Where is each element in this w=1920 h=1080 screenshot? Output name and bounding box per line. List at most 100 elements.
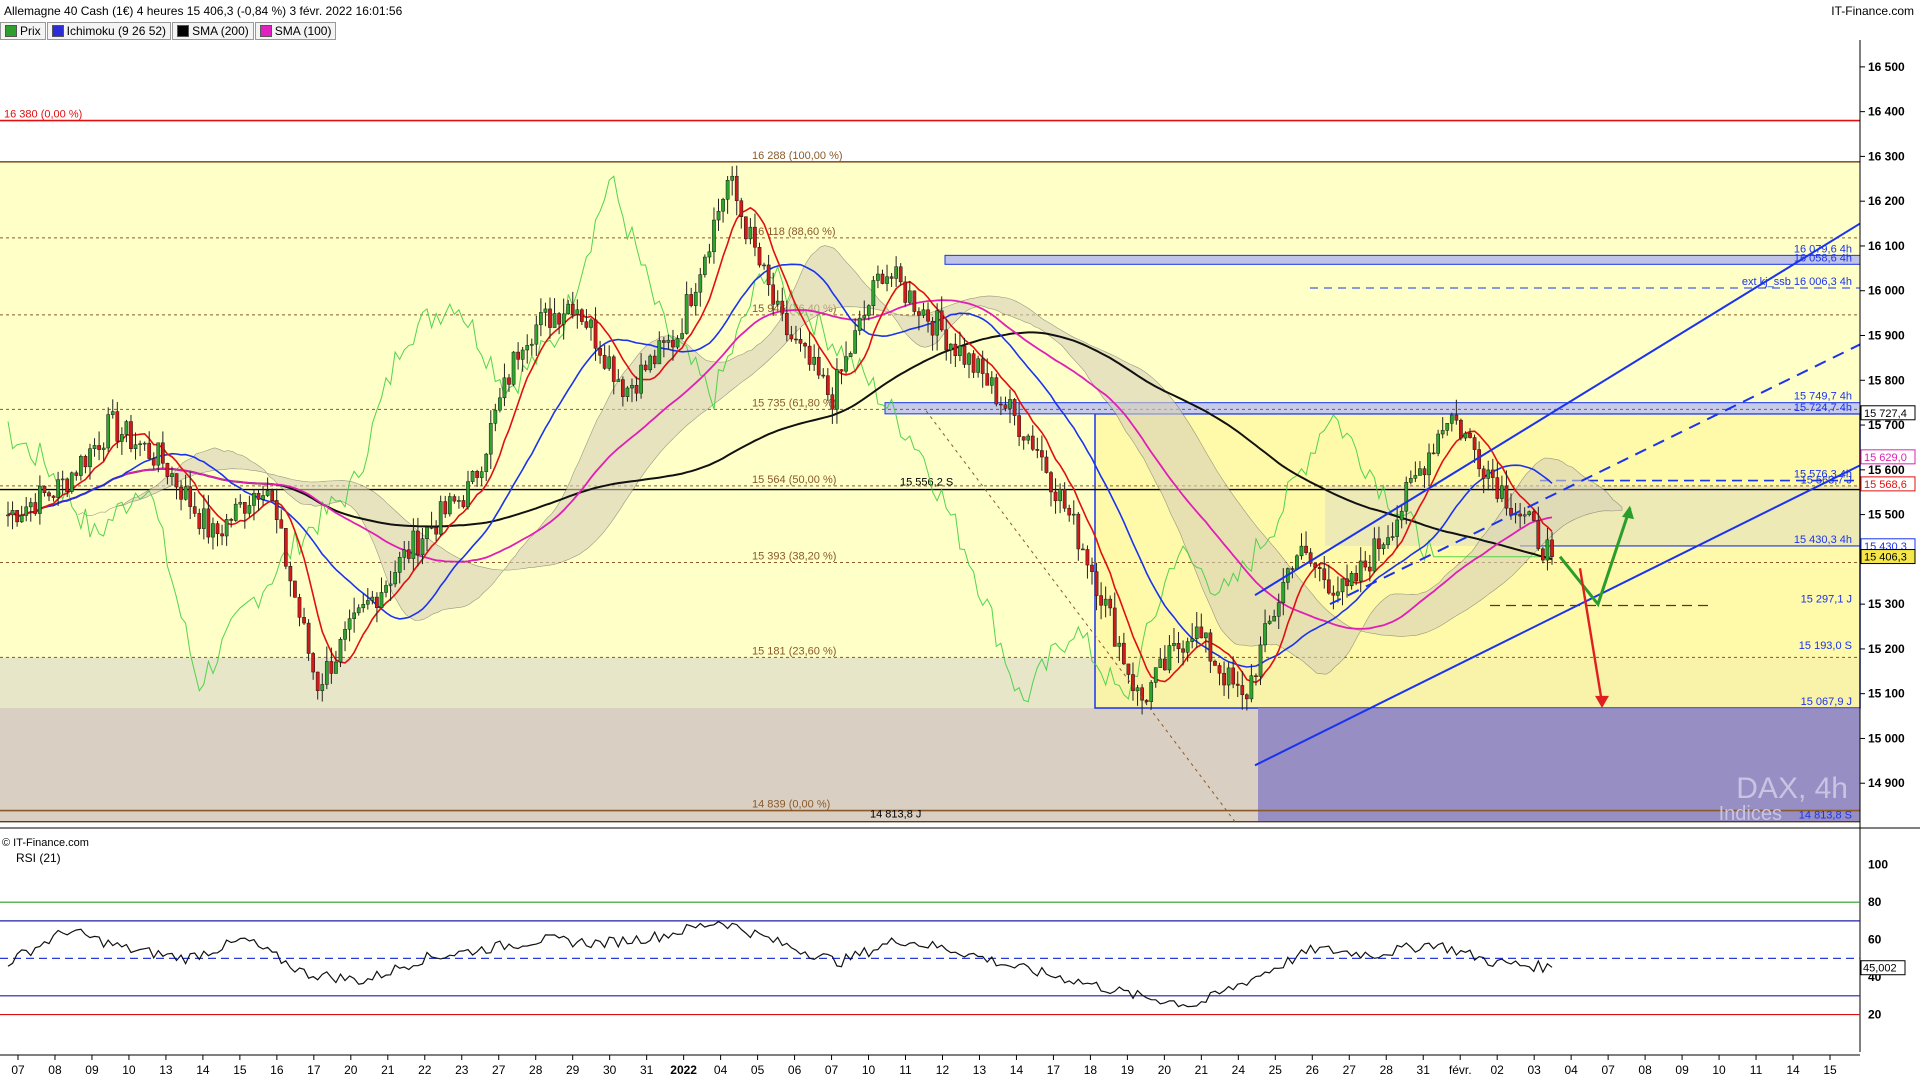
candle-body [1413,475,1418,479]
candle-body [438,501,443,535]
candle-body [748,226,753,240]
candle-body [1231,667,1236,685]
candle-body [1062,489,1067,509]
candle-body [1199,626,1204,639]
x-tick-label: 08 [48,1063,62,1077]
y-tick-label: 16 000 [1868,284,1905,298]
candle-body [1263,623,1267,646]
candle-body [520,349,525,360]
y-tick-label: 16 500 [1868,60,1905,74]
candle-body [156,442,161,466]
candle-body [215,523,220,535]
candle-body [680,333,684,339]
candle-body [1481,468,1486,479]
candle-body [1244,694,1249,700]
candle-body [1081,548,1085,551]
candle-body [876,273,880,281]
candle-body [1021,436,1026,441]
candle-body [24,506,29,516]
candle-body [15,510,19,523]
candle-body [188,486,193,507]
candle-body [1322,568,1327,581]
x-tick-label: 24 [1232,1063,1246,1077]
candle-body [557,313,561,325]
candle-body [306,622,311,654]
x-tick-label: 23 [455,1063,469,1077]
candle-body [921,309,926,316]
candle-body [880,273,885,284]
candle-body [1422,468,1427,476]
y-tick-label: 15 800 [1868,373,1905,387]
candle-body [165,462,170,477]
candle-body [862,315,867,319]
candle-body [1545,539,1550,561]
candle-body [384,585,388,593]
candle-body [466,481,470,508]
candle-body [261,495,265,500]
candle-body [643,364,648,371]
candle-body [1204,632,1208,639]
candle-body [1518,513,1522,517]
candle-body [347,618,352,630]
candle-body [912,290,917,312]
candle-body [142,442,147,445]
candle-body [51,495,56,498]
candle-body [302,617,306,624]
candle-body [1167,645,1172,671]
candle-body [1267,620,1272,624]
candle-body [452,496,457,502]
candle-body [666,339,671,343]
candle-body [953,343,958,356]
candle-body [529,343,534,346]
candle-body [1427,452,1431,476]
candle-body [60,478,65,481]
candle-body [962,345,967,365]
y-tick-label: 14 900 [1868,776,1905,790]
x-tick-label: 27 [1343,1063,1357,1077]
price-chart[interactable]: 16 380 (0,00 %) 16 288 (100,00 %) 16 118 (… [0,0,1920,1080]
candle-body [1103,598,1108,606]
candle-body [174,473,179,488]
candle-body [907,290,912,303]
price-tag-label: 15 727,4 [1864,408,1907,420]
zone-resistance-mid [884,402,1861,415]
candle-body [1354,573,1359,582]
candle-body [1495,477,1500,499]
candle-body [1472,437,1477,450]
candle-body [985,373,990,386]
x-tick-label: 04 [714,1063,728,1077]
x-tick-label: 13 [159,1063,173,1077]
candle-body [1122,642,1126,665]
candle-body [1117,642,1122,647]
candle-body [534,324,539,345]
candle-body [543,308,548,313]
candle-body [101,447,106,450]
candle-body [825,375,830,395]
price-tag-label: 15 406,3 [1864,552,1907,564]
candle-body [293,580,297,598]
candle-body [457,500,461,502]
candle-body [1226,667,1231,686]
x-tick-label: 20 [344,1063,358,1077]
candle-body [857,317,862,331]
candle-body [429,527,434,529]
candle-body [1281,582,1286,603]
candle-body [716,210,721,221]
candle-body [1504,485,1509,509]
candle-body [1040,450,1044,458]
candle-body [1527,511,1532,515]
candle-body [247,505,252,514]
level-label: 16 288 (100,00 %) [752,150,843,162]
candle-body [898,266,903,283]
candle-body [1358,560,1363,582]
candle-body [1317,567,1322,569]
candle-body [1153,667,1158,683]
candle-body [639,364,643,394]
candle-body [967,353,971,365]
candle-body [493,409,498,424]
rsi-title: RSI (21) [16,851,61,865]
candle-body [958,345,962,356]
candle-body [151,458,156,466]
mid-label: 15 556,2 S [900,477,953,489]
candle-body [1076,513,1081,550]
